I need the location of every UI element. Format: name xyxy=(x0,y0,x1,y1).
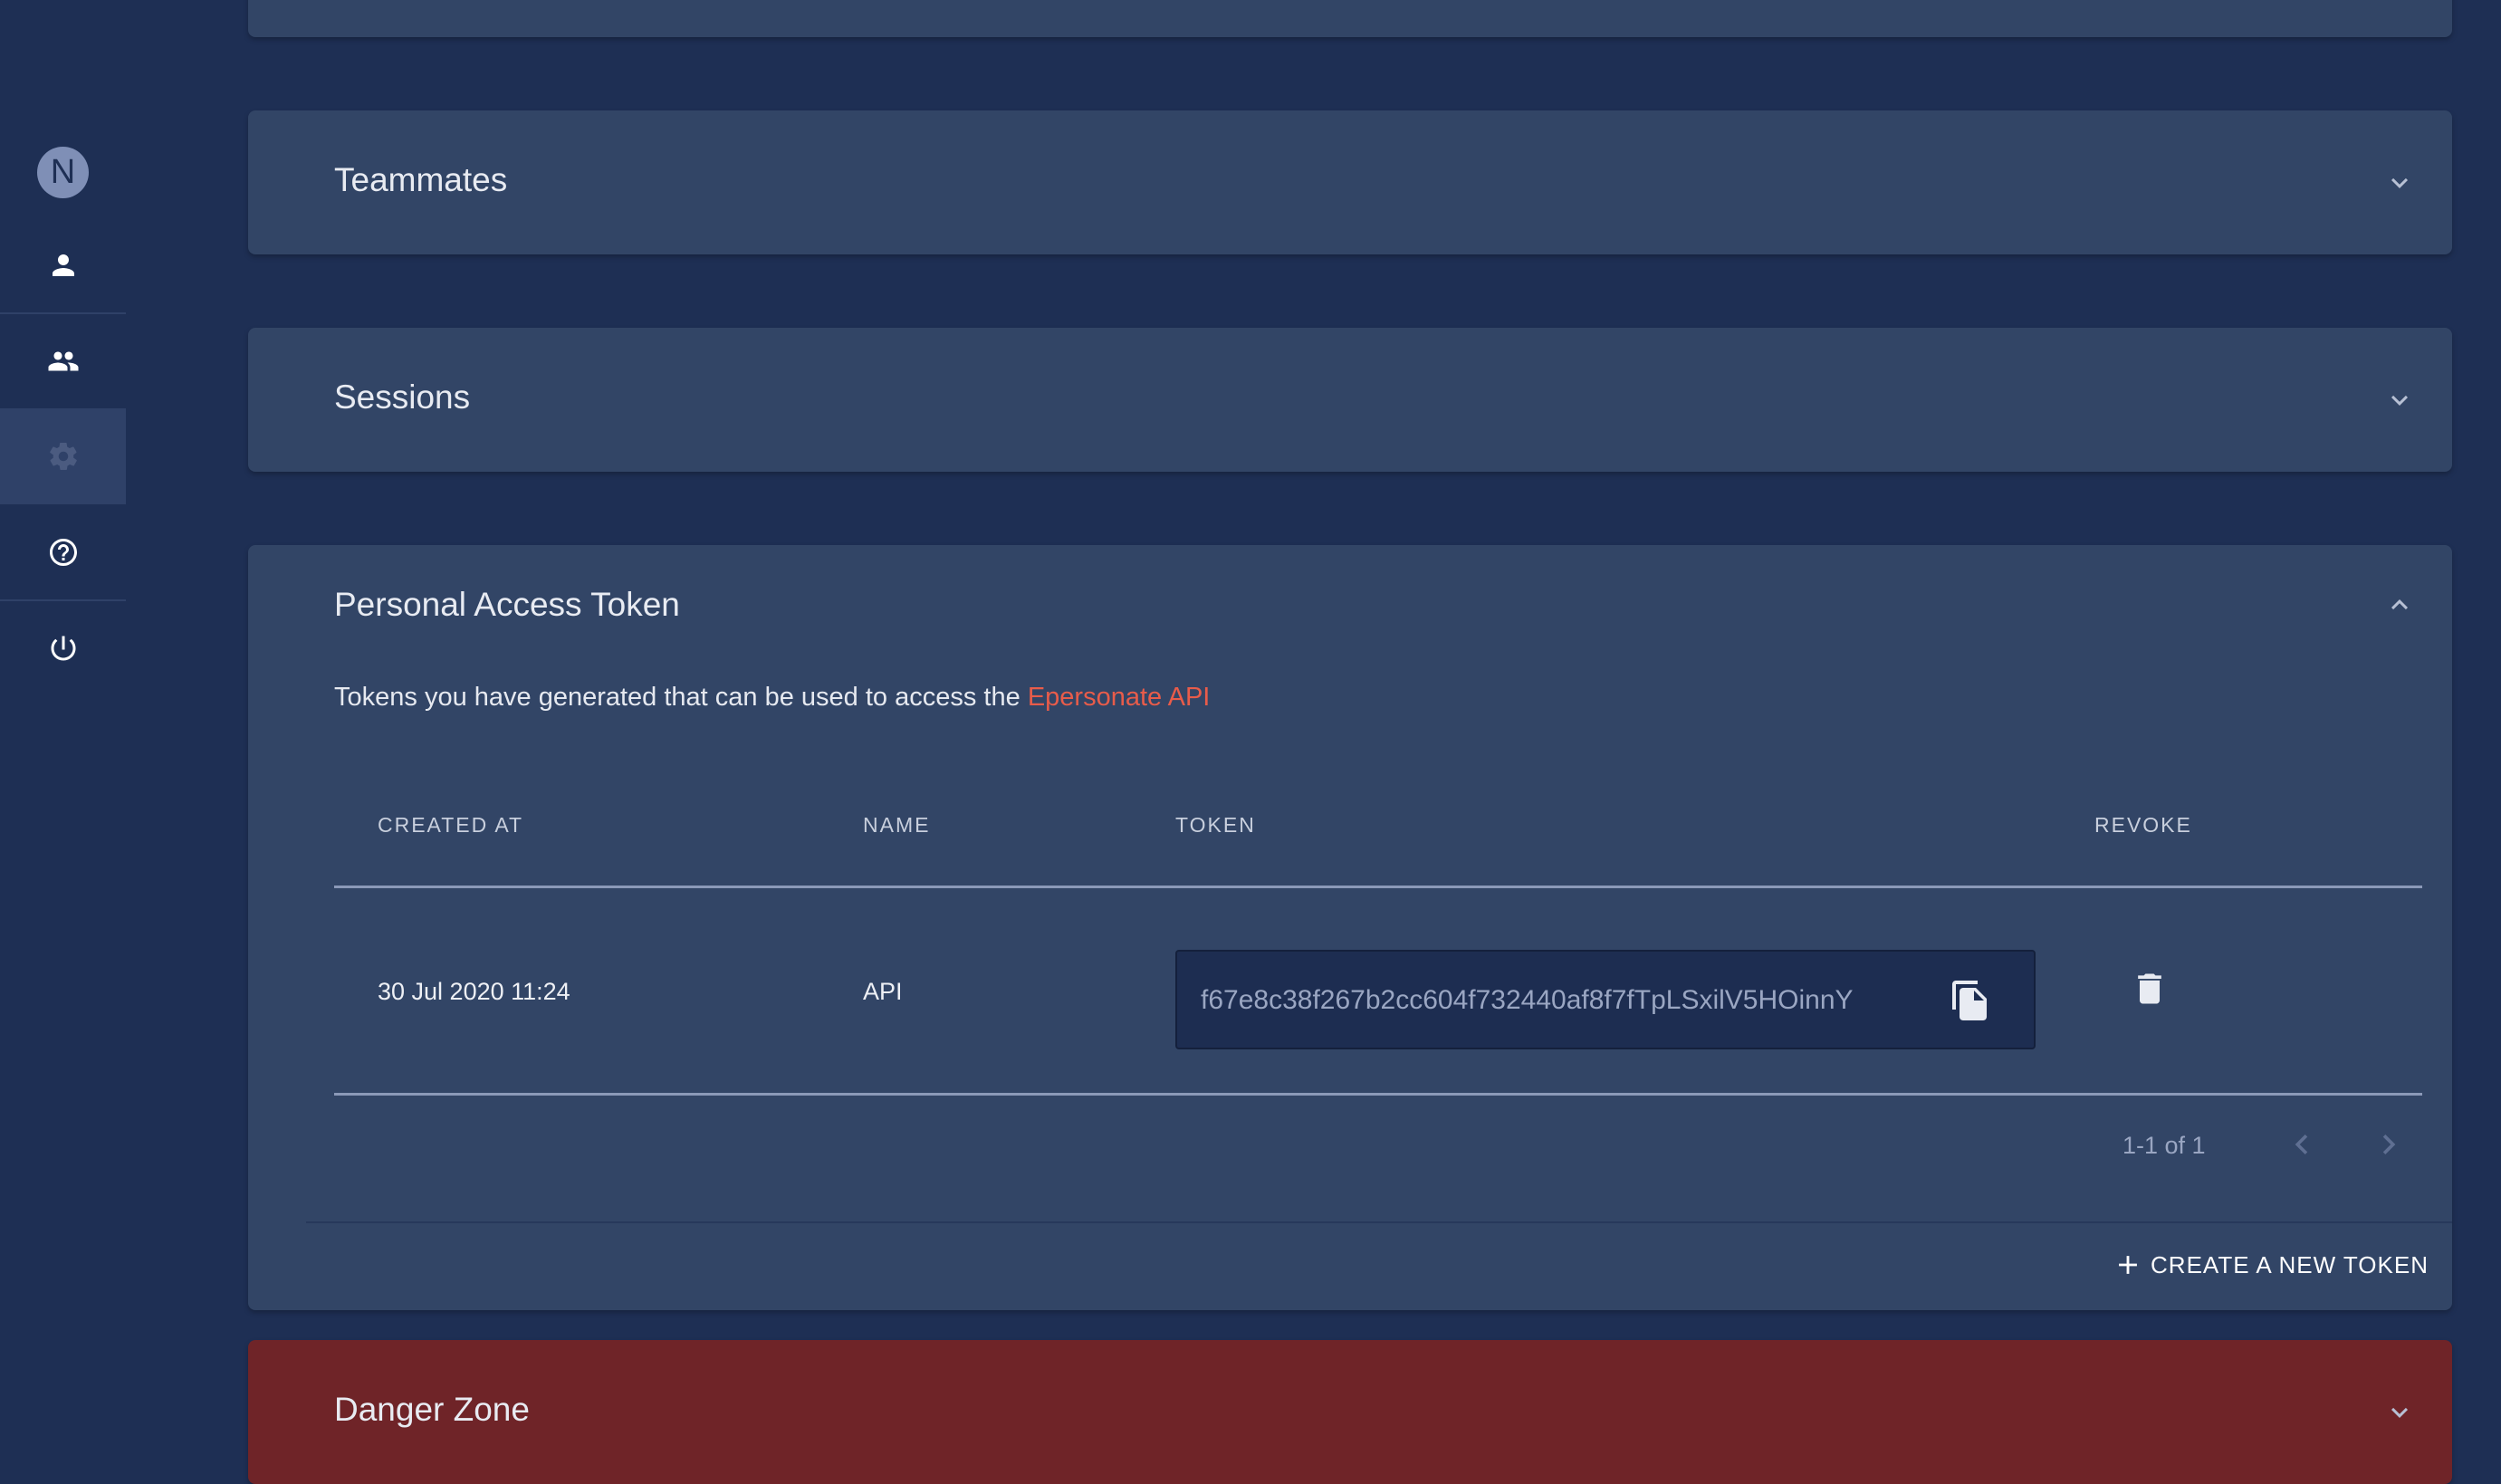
panel-title: Personal Access Token xyxy=(334,586,680,623)
trash-icon xyxy=(2138,973,2161,1004)
chevron-down-icon[interactable] xyxy=(2383,167,2416,199)
table-bottom-divider xyxy=(334,1093,2422,1096)
previous-page-button[interactable] xyxy=(2282,1125,2322,1164)
table-header-divider xyxy=(334,886,2422,888)
sidebar-item-logout[interactable] xyxy=(0,600,126,696)
copy-icon xyxy=(1952,981,1987,1020)
create-token-button[interactable]: CREATE A NEW TOKEN xyxy=(2113,1249,2429,1280)
panel-footer-divider xyxy=(306,1221,2452,1223)
gear-icon xyxy=(49,443,77,470)
copy-token-button[interactable] xyxy=(1949,979,1992,1022)
panel-danger-zone[interactable]: Danger Zone xyxy=(248,1340,2452,1484)
chevron-up-icon[interactable] xyxy=(2383,589,2416,621)
chevron-down-icon[interactable] xyxy=(2383,1396,2416,1429)
panel-personal-access-token: Personal Access Token Tokens you have ge… xyxy=(248,545,2452,1310)
help-icon xyxy=(49,539,77,566)
create-token-label: CREATE A NEW TOKEN xyxy=(2151,1250,2429,1278)
panel-previous xyxy=(248,0,2452,37)
revoke-token-button[interactable] xyxy=(2130,969,2170,1009)
avatar[interactable]: N xyxy=(37,147,89,198)
token-field[interactable]: f67e8c38f267b2cc604f732440af8f7fTpLSxilV… xyxy=(1175,950,2036,1049)
person-icon xyxy=(52,254,74,276)
sidebar-item-settings[interactable] xyxy=(0,408,126,504)
column-header-revoke: REVOKE xyxy=(2094,813,2192,837)
name-cell: API xyxy=(863,978,903,1005)
sidebar-item-profile[interactable] xyxy=(0,217,126,313)
group-icon xyxy=(48,351,78,371)
panel-title: Sessions xyxy=(334,378,471,416)
panel-sessions[interactable]: Sessions xyxy=(248,328,2452,472)
pat-description: Tokens you have generated that can be us… xyxy=(334,683,1210,713)
next-page-button[interactable] xyxy=(2369,1125,2409,1164)
panel-title: Danger Zone xyxy=(334,1391,530,1428)
column-header-created-at[interactable]: CREATED AT xyxy=(378,813,523,838)
chevron-left-icon xyxy=(2295,1135,2308,1154)
token-value[interactable]: f67e8c38f267b2cc604f732440af8f7fTpLSxilV… xyxy=(1201,985,1907,1016)
chevron-right-icon xyxy=(2382,1135,2396,1154)
sidebar: N xyxy=(0,0,126,1422)
power-icon xyxy=(51,636,75,661)
sidebar-item-team[interactable] xyxy=(0,313,126,409)
description-text: Tokens you have generated that can be us… xyxy=(334,683,1021,712)
panel-teammates[interactable]: Teammates xyxy=(248,110,2452,254)
created-at-cell: 30 Jul 2020 11:24 xyxy=(378,978,570,1005)
column-header-token[interactable]: TOKEN xyxy=(1175,813,1256,838)
pagination-text: 1-1 of 1 xyxy=(2122,1132,2206,1159)
column-header-name[interactable]: NAME xyxy=(863,813,930,838)
panel-title: Teammates xyxy=(334,161,508,198)
sidebar-item-help[interactable] xyxy=(0,504,126,600)
plus-icon xyxy=(2119,1256,2137,1274)
chevron-down-icon[interactable] xyxy=(2383,384,2416,416)
api-link[interactable]: Epersonate API xyxy=(1028,683,1211,712)
